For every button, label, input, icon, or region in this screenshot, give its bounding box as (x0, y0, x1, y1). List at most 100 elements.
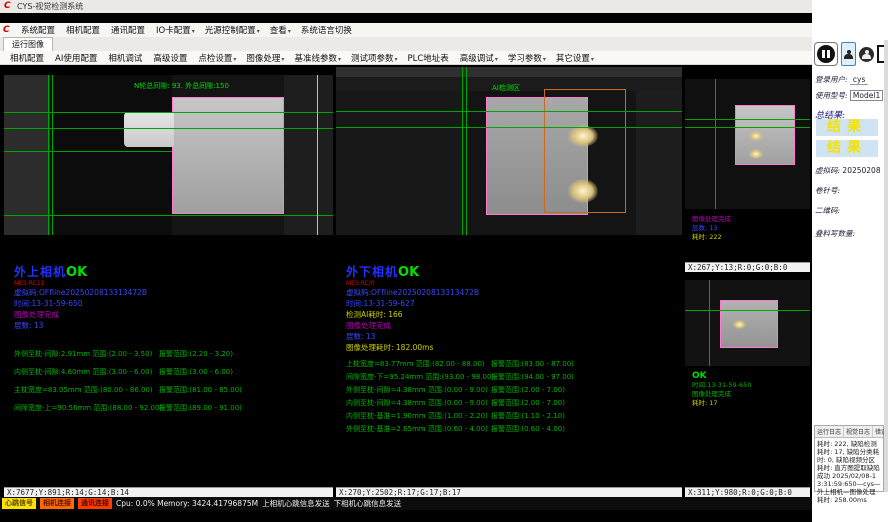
toolbar-item[interactable]: 相机调试 (103, 52, 148, 64)
menu-item-label: 查看 (270, 26, 287, 36)
toolbar-item-label: 测试项参数 (351, 54, 394, 64)
measure-line (685, 119, 810, 120)
tab-strip: 运行图像 (0, 37, 812, 51)
pause-button[interactable] (814, 42, 838, 66)
pause-icon (817, 45, 835, 63)
user-icon (862, 50, 871, 59)
menu-item[interactable]: 相机配置 (61, 24, 106, 36)
process-line: 图像处理完成 (346, 320, 675, 331)
measure-line (336, 127, 682, 128)
measurement-row: 内侧至枕-间隙=4.38mm 范围:(0.00 - 9.00) 报警范围:(2.… (346, 398, 675, 411)
menu-item[interactable]: IO卡配置▾ (151, 24, 200, 36)
log-tab[interactable]: 视觉日志 (844, 426, 873, 437)
sidebar-scrollbar[interactable] (884, 40, 888, 492)
pixel-coord-bar: X:270;Y:2502;R:17;G:17;B:17 (336, 487, 682, 497)
model-label: 使用型号: (815, 91, 848, 100)
measurement-value: 外侧至枕-间隙:2.91mm 范围:(2.00 - 3.50) (14, 350, 152, 358)
measurement-row: 间隙宽度-上=90.56mm 范围:(88.00 - 92.00) 报警范围:(… (14, 403, 327, 421)
reflection-highlight (733, 320, 746, 329)
measurement-alarm-range: 报警范围:(81.00 - 85.00) (159, 385, 242, 395)
model-value[interactable]: Model1 (850, 90, 883, 101)
machine-structure (4, 75, 50, 235)
toolbar-item[interactable]: 其它设置▾ (551, 52, 599, 64)
window-title: CYS-视觉检测系统 (17, 1, 83, 12)
measurement-value: 主枕宽度=83.05mm 范围:(80.00 - 86.00) (14, 386, 153, 394)
thumbnail-panel-top: 图像处理完成 层数: 13 耗时: 222 X:267;Y:13;R:0;G:0… (685, 65, 810, 272)
machine-structure (636, 91, 682, 235)
toolbar-item[interactable]: 高级设置 (148, 52, 193, 64)
toolbar-item-label: 相机配置 (10, 54, 44, 64)
heartbeat-msg-lower: 下相机心跳信息发送 (334, 498, 402, 509)
toolbar-item-label: 高级调试 (460, 54, 494, 64)
layer-line: 层数: 13 (346, 331, 675, 342)
user-button-active[interactable] (841, 42, 856, 66)
camera-image-outer-upper[interactable]: N轮总间隙: 93. 外总间隙:150 (4, 75, 333, 235)
thumbnail-image-top[interactable] (685, 79, 810, 209)
measurement-value: 外侧至枕-间隙=4.38mm 范围:(0.00 - 9.00) (346, 386, 488, 394)
menu-item[interactable]: 系统语言切换 (296, 24, 358, 36)
log-tab[interactable]: 运行日志 (815, 426, 844, 437)
log-text: 耗时: 222, 缺陷检测耗时: 17, 缺陷分类耗时: 0, 缺陷视频分区耗时… (815, 438, 883, 506)
time-line: 时间:13-31-59-627 (346, 298, 675, 309)
tab-run-image[interactable]: 运行图像 (3, 37, 53, 51)
battery-cell-roi (172, 97, 284, 214)
chevron-down-icon: ▾ (257, 28, 260, 35)
toolbar-item[interactable]: PLC地址表 (403, 52, 455, 64)
cpu-memory-readout: Cpu: 0.0% Memory: 3424.41796875M (116, 499, 258, 508)
menu-item[interactable]: 光源控制配置▾ (200, 24, 265, 36)
operator-button[interactable] (859, 47, 874, 62)
toolbar-item[interactable]: 基准线参数▾ (289, 52, 346, 64)
thumbnail-text-block: 图像处理完成 层数: 13 耗时: 222 (692, 215, 731, 242)
toolbar-item[interactable]: 学习参数▾ (503, 52, 551, 64)
camera-panel-outer-upper: N轮总间隙: 93. 外总间隙:150 外上相机OK MES:RC11 虚拟码:… (4, 65, 333, 497)
title-bar: C CYS-视觉检测系统 (0, 0, 812, 13)
toolbar-item[interactable]: 测试项参数▾ (346, 52, 403, 64)
sidebar-button-row (814, 42, 888, 66)
reference-line (466, 67, 467, 235)
measurement-row: 外侧至枕-间隙=4.38mm 范围:(0.00 - 9.00) 报警范围:(2.… (346, 385, 675, 398)
thumbnail-text-line: 图像处理完成 (692, 390, 751, 399)
right-sidebar: 登录用户: cys 使用型号: Model1 总结果: 结果 结果 虚拟码: 2… (812, 0, 888, 522)
chevron-down-icon: ▾ (281, 56, 284, 63)
toolbar-item[interactable]: AI使用配置 (50, 52, 103, 64)
toolbar-item-label: 相机调试 (108, 54, 142, 64)
measurement-alarm-range: 报警范围:(0.60 - 4.00) (491, 424, 565, 434)
barcode-label: 虚拟码: (815, 166, 840, 175)
measurement-value: 外侧至枕-基准=2.65mm 范围:(0.60 - 4.00) (346, 425, 488, 433)
measurement-alarm-range: 报警范围:(3.00 - 6.00) (159, 367, 233, 377)
reference-line (715, 79, 716, 209)
measure-line (4, 112, 333, 113)
machine-structure (336, 67, 682, 77)
barcode-field: 虚拟码: 20250208 (815, 165, 881, 176)
measurement-alarm-range: 报警范围:(2.00 - 7.00) (491, 398, 565, 408)
toolbar-item[interactable]: 点检设置▾ (193, 52, 241, 64)
measurement-row: 主枕宽度=83.05mm 范围:(80.00 - 86.00) 报警范围:(81… (14, 385, 327, 403)
login-user-value: cys (850, 75, 868, 85)
toolbar-item-label: 图像处理 (246, 54, 280, 64)
thumbnail-text-line: 层数: 13 (692, 224, 731, 233)
toolbar-item-label: AI使用配置 (55, 54, 97, 64)
menu-item-label: 相机配置 (66, 26, 100, 36)
chevron-down-icon: ▾ (495, 56, 498, 63)
menu-item[interactable]: 通讯配置 (106, 24, 151, 36)
measurement-alarm-range: 报警范围:(2.20 - 3.20) (159, 349, 233, 359)
measure-line (4, 215, 333, 216)
toolbar-item[interactable]: 相机配置 (5, 52, 50, 64)
reference-line (462, 67, 463, 235)
measurement-list: 上枕宽度=83.77mm 范围:(82.00 - 88.00) 报警范围:(83… (346, 359, 675, 437)
barcode-line: 虚拟码:OFfIine2025020813313472B (14, 287, 327, 298)
toolbar-item[interactable]: 图像处理▾ (241, 52, 289, 64)
model-field: 使用型号: Model1 (815, 90, 883, 101)
reflection-highlight (568, 179, 598, 203)
camera-image-outer-lower[interactable]: AI检测区 (336, 67, 682, 235)
measurement-alarm-range: 报警范围:(2.00 - 7.00) (491, 385, 565, 395)
user-icon (844, 50, 853, 59)
menu-item[interactable]: 查看▾ (265, 24, 296, 36)
menu-bar: C 系统配置 相机配置 通讯配置 IO卡配置▾ 光源控制配置▾ 查看▾ 系统语言… (0, 23, 812, 37)
toolbar-item[interactable]: 高级调试▾ (455, 52, 503, 64)
thumbnail-image-bottom[interactable] (685, 280, 810, 366)
measurement-row: 外侧至枕-间隙:2.91mm 范围:(2.00 - 3.50) 报警范围:(2.… (14, 349, 327, 367)
menu-item[interactable]: 系统配置 (16, 24, 61, 36)
measurement-row: 内侧至枕-基准=1.90mm 范围:(1.00 - 2.20) 报警范围:(1.… (346, 411, 675, 424)
pixel-coord-bar: X:311;Y:980;R:0;G:0;B:0 (685, 487, 810, 497)
